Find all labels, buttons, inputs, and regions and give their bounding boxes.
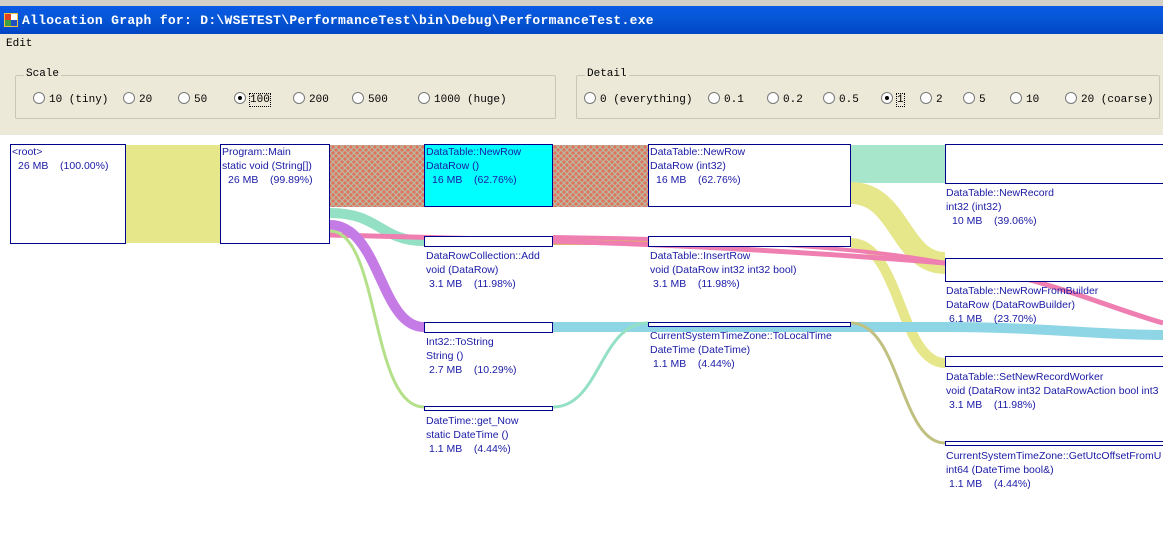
flow-newrow-newrow2	[553, 145, 648, 207]
scale-option-200[interactable]: 200	[293, 92, 329, 106]
node-add-label: DataRowCollection::Add void (DataRow) 3.1 …	[426, 250, 540, 290]
detail-option-0-5[interactable]: 0.5	[823, 92, 859, 106]
detail-legend: Detail	[585, 68, 629, 80]
scale-option-500[interactable]: 500	[352, 92, 388, 106]
detail-option-20[interactable]: 20 (coarse)	[1065, 92, 1154, 106]
node-setnewrecordworker[interactable]	[945, 356, 1163, 367]
flow-getnow-tolocaltime	[552, 321, 649, 409]
options-panel: Scale 10 (tiny) 20 50 100 200 500 1000 (…	[0, 56, 1163, 135]
node-newrecord-label: DataTable::NewRecord int32 (int32) 10 MB (…	[946, 187, 1054, 227]
radio-icon	[708, 92, 720, 104]
node-setnewrecordworker-label: DataTable::SetNewRecordWorker void (DataR…	[946, 371, 1159, 411]
node-tolocaltime[interactable]	[648, 322, 851, 327]
scale-option-10[interactable]: 10 (tiny)	[33, 92, 108, 106]
detail-option-10[interactable]: 10	[1010, 92, 1039, 106]
node-int32-tostring[interactable]	[424, 322, 553, 333]
node-getutcoffset[interactable]	[945, 441, 1163, 446]
radio-icon	[767, 92, 779, 104]
detail-option-1[interactable]: 1	[881, 92, 905, 107]
radio-icon	[881, 92, 893, 104]
detail-option-0-1[interactable]: 0.1	[708, 92, 744, 106]
radio-icon	[123, 92, 135, 104]
scale-option-1000[interactable]: 1000 (huge)	[418, 92, 507, 106]
radio-icon	[33, 92, 45, 104]
node-program-main-label: Program::Main static void (String[]) 26 MB…	[222, 146, 313, 186]
window-title: Allocation Graph for: D:\WSETEST\Perform…	[22, 13, 654, 28]
flow-newrow2-newrecord	[851, 145, 945, 183]
detail-group: Detail 0 (everything) 0.1 0.2 0.5 1 2 5 …	[576, 68, 1160, 119]
radio-icon	[1065, 92, 1077, 104]
node-getutcoffset-label: CurrentSystemTimeZone::GetUtcOffsetFromU…	[946, 450, 1162, 490]
radio-icon	[963, 92, 975, 104]
scale-option-100[interactable]: 100	[234, 92, 271, 107]
flow-tolocaltime-getutcoffset	[850, 321, 946, 445]
allocation-graph-canvas[interactable]: <root> 26 MB (100.00%) Program::Main stati…	[0, 135, 1163, 550]
node-getnow-label: DateTime::get_Now static DateTime () 1.1 M…	[426, 415, 519, 455]
flow-root-main	[125, 145, 220, 243]
node-newrecord[interactable]	[945, 144, 1163, 184]
flow-main-newrow	[330, 145, 424, 207]
scale-legend: Scale	[24, 68, 62, 80]
detail-option-5[interactable]: 5	[963, 92, 986, 106]
flow-tostring-cyan	[553, 322, 1163, 340]
radio-icon	[920, 92, 932, 104]
node-newrow-int32-label: DataTable::NewRow DataRow (int32) 16 MB (6…	[650, 146, 746, 186]
radio-icon	[584, 92, 596, 104]
radio-icon	[234, 92, 246, 104]
node-root-label: <root> 26 MB (100.00%)	[12, 146, 109, 172]
radio-icon	[178, 92, 190, 104]
menu-edit[interactable]: Edit	[6, 38, 32, 50]
node-datetime-getnow[interactable]	[424, 406, 553, 411]
radio-icon	[352, 92, 364, 104]
detail-option-0-2[interactable]: 0.2	[767, 92, 803, 106]
radio-icon	[823, 92, 835, 104]
node-insertrow-label: DataTable::InsertRow void (DataRow int32 …	[650, 250, 797, 290]
node-newrow-label: DataTable::NewRow DataRow () 16 MB (62.76%…	[426, 146, 522, 186]
scale-option-50[interactable]: 50	[178, 92, 207, 106]
radio-icon	[293, 92, 305, 104]
menu-bar: Edit	[0, 34, 1163, 56]
node-newrowfrombuilder[interactable]	[945, 258, 1163, 282]
scale-group: Scale 10 (tiny) 20 50 100 200 500 1000 (…	[15, 68, 556, 119]
radio-icon	[1010, 92, 1022, 104]
radio-icon	[418, 92, 430, 104]
node-datarowcollection-add[interactable]	[424, 236, 553, 247]
node-newrowfrombuilder-label: DataTable::NewRowFromBuilder DataRow (Dat…	[946, 285, 1099, 325]
scale-option-20[interactable]: 20	[123, 92, 152, 106]
app-icon	[4, 13, 18, 27]
detail-option-2[interactable]: 2	[920, 92, 943, 106]
node-insertrow[interactable]	[648, 236, 851, 247]
node-tostring-label: Int32::ToString String () 2.7 MB (10.29%)	[426, 336, 517, 376]
node-tolocaltime-label: CurrentSystemTimeZone::ToLocalTime DateTi…	[650, 330, 832, 370]
title-bar[interactable]: Allocation Graph for: D:\WSETEST\Perform…	[0, 6, 1163, 34]
detail-option-0[interactable]: 0 (everything)	[584, 92, 692, 106]
